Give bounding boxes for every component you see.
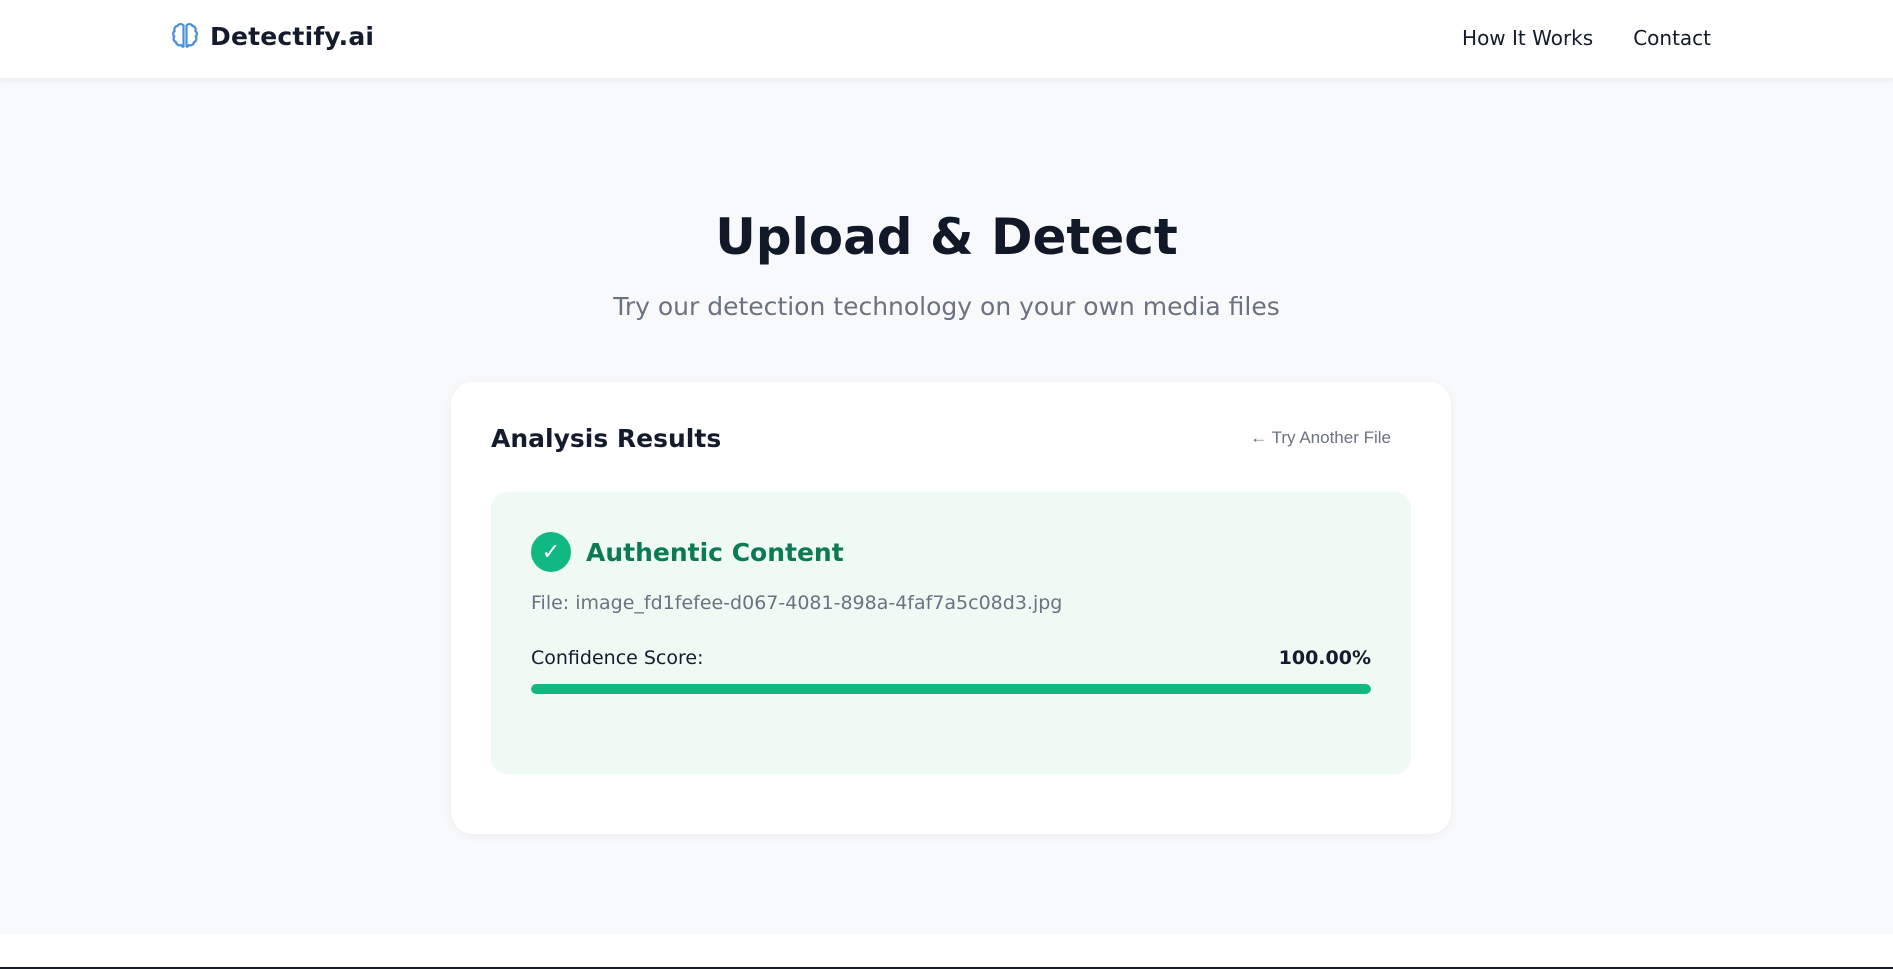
page-title: Upload & Detect (715, 208, 1178, 266)
nav-link-contact[interactable]: Contact (1633, 26, 1711, 50)
result-panel: ✓ Authentic Content File: image_fd1fefee… (491, 492, 1411, 774)
brand-name: Detectify.ai (210, 21, 375, 51)
file-name: File: image_fd1fefee-d067-4081-898a-4faf… (531, 592, 1063, 614)
try-another-file-link[interactable]: ← Try Another File (1250, 428, 1391, 448)
confidence-progress-fill (531, 684, 1371, 694)
check-icon: ✓ (531, 532, 571, 572)
verdict-row: ✓ Authentic Content (531, 532, 844, 572)
brain-icon (170, 20, 200, 52)
nav-link-how-it-works[interactable]: How It Works (1462, 26, 1593, 50)
confidence-label: Confidence Score: (531, 647, 704, 669)
results-title: Analysis Results (491, 424, 722, 453)
analysis-results-card: Analysis Results ← Try Another File ✓ Au… (451, 382, 1451, 834)
footer (0, 934, 1893, 969)
site-header: Detectify.ai How It Works Contact (0, 0, 1893, 79)
confidence-row: Confidence Score: 100.00% (531, 647, 1371, 669)
confidence-value: 100.00% (1278, 647, 1371, 669)
verdict-label: Authentic Content (586, 537, 844, 567)
logo-link[interactable]: Detectify.ai (170, 20, 374, 52)
confidence-progress-bar (531, 684, 1371, 694)
main-nav: How It Works Contact (1462, 26, 1711, 50)
page-subtitle: Try our detection technology on your own… (613, 292, 1280, 321)
